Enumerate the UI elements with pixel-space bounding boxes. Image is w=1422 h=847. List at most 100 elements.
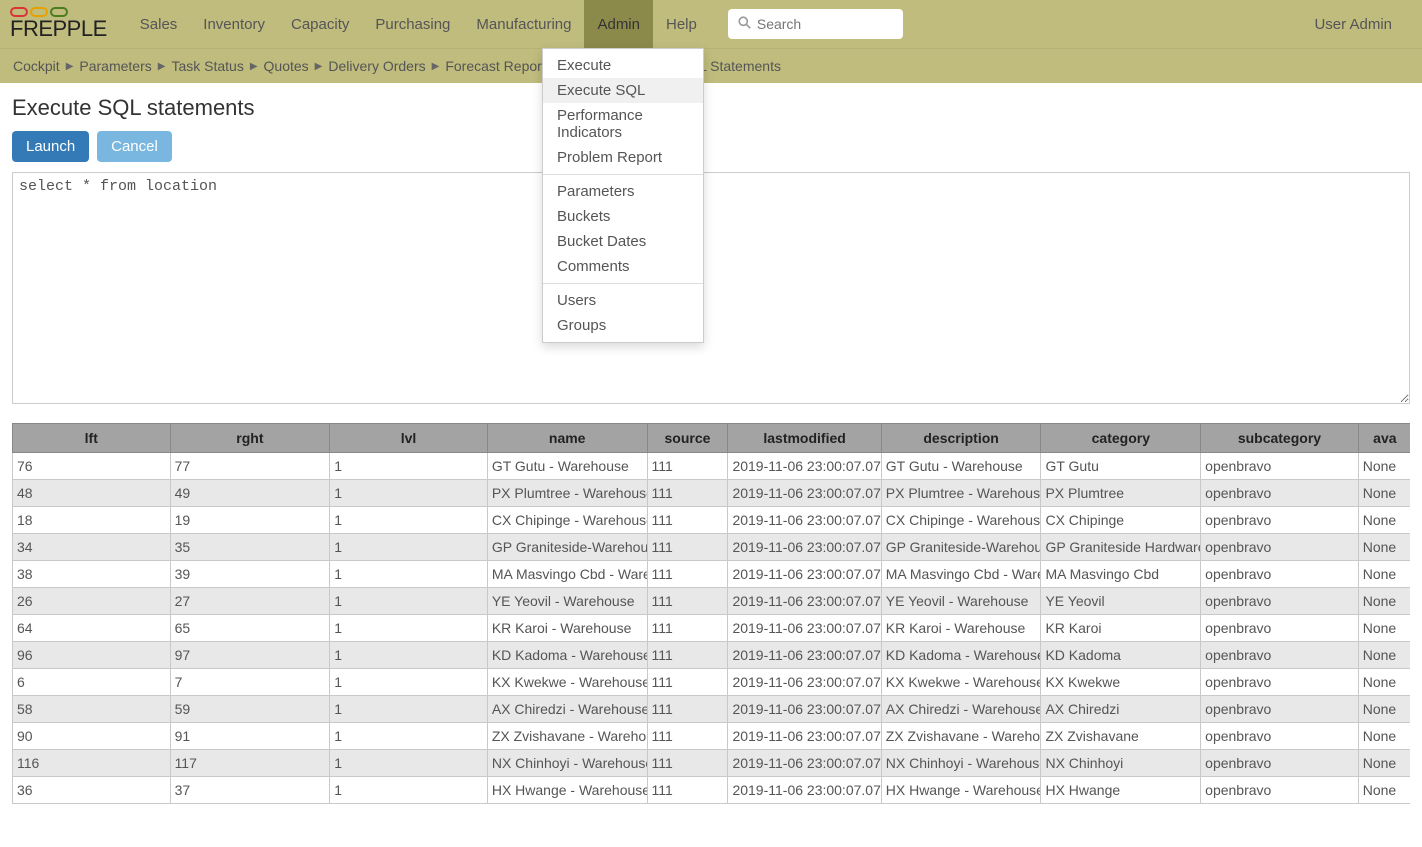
- cell-subcategory[interactable]: openbravo: [1201, 696, 1359, 723]
- cell-source[interactable]: 111: [647, 561, 728, 588]
- nav-item-sales[interactable]: Sales: [127, 0, 191, 48]
- user-menu[interactable]: User Admin: [1314, 16, 1392, 33]
- cell-name[interactable]: PX Plumtree - Warehouse: [487, 480, 647, 507]
- cell-category[interactable]: ZX Zvishavane: [1041, 723, 1201, 750]
- cell-lft[interactable]: 38: [13, 561, 171, 588]
- cell-lastmodified[interactable]: 2019-11-06 23:00:07.079: [728, 588, 881, 615]
- breadcrumb-item[interactable]: Forecast Report: [442, 58, 548, 74]
- column-header-lvl[interactable]: lvl: [330, 424, 488, 453]
- column-header-lft[interactable]: lft: [13, 424, 171, 453]
- cell-name[interactable]: HX Hwange - Warehouse: [487, 777, 647, 804]
- cell-rght[interactable]: 19: [170, 507, 330, 534]
- cell-source[interactable]: 111: [647, 615, 728, 642]
- cell-lastmodified[interactable]: 2019-11-06 23:00:07.079: [728, 561, 881, 588]
- cell-lvl[interactable]: 1: [330, 534, 488, 561]
- cell-category[interactable]: YE Yeovil: [1041, 588, 1201, 615]
- breadcrumb-item[interactable]: Task Status: [168, 58, 246, 74]
- column-header-name[interactable]: name: [487, 424, 647, 453]
- dropdown-item-execute-sql[interactable]: Execute SQL: [543, 78, 703, 103]
- cell-description[interactable]: YE Yeovil - Warehouse: [881, 588, 1041, 615]
- cell-lvl[interactable]: 1: [330, 777, 488, 804]
- cell-lastmodified[interactable]: 2019-11-06 23:00:07.079: [728, 507, 881, 534]
- cell-name[interactable]: GT Gutu - Warehouse: [487, 453, 647, 480]
- dropdown-item-comments[interactable]: Comments: [543, 254, 703, 279]
- cell-name[interactable]: GP Graniteside-Warehouse: [487, 534, 647, 561]
- cell-source[interactable]: 111: [647, 669, 728, 696]
- cell-rght[interactable]: 39: [170, 561, 330, 588]
- breadcrumb-item[interactable]: Cockpit: [10, 58, 63, 74]
- cell-lft[interactable]: 90: [13, 723, 171, 750]
- cell-category[interactable]: KX Kwekwe: [1041, 669, 1201, 696]
- logo[interactable]: FREPPLE: [10, 7, 107, 42]
- column-header-ava[interactable]: ava: [1358, 424, 1410, 453]
- breadcrumb-item[interactable]: Quotes: [261, 58, 312, 74]
- column-header-category[interactable]: category: [1041, 424, 1201, 453]
- cell-description[interactable]: ZX Zvishavane - Warehouse: [881, 723, 1041, 750]
- cell-lvl[interactable]: 1: [330, 453, 488, 480]
- table-row[interactable]: 76771GT Gutu - Warehouse1112019-11-06 23…: [13, 453, 1411, 480]
- nav-item-manufacturing[interactable]: Manufacturing: [463, 0, 584, 48]
- cell-lvl[interactable]: 1: [330, 723, 488, 750]
- cell-subcategory[interactable]: openbravo: [1201, 750, 1359, 777]
- cell-name[interactable]: YE Yeovil - Warehouse: [487, 588, 647, 615]
- cell-lft[interactable]: 34: [13, 534, 171, 561]
- cell-lastmodified[interactable]: 2019-11-06 23:00:07.079: [728, 615, 881, 642]
- cell-rght[interactable]: 7: [170, 669, 330, 696]
- cell-name[interactable]: KX Kwekwe - Warehouse: [487, 669, 647, 696]
- cell-lft[interactable]: 96: [13, 642, 171, 669]
- cell-lastmodified[interactable]: 2019-11-06 23:00:07.079: [728, 723, 881, 750]
- cell-subcategory[interactable]: openbravo: [1201, 561, 1359, 588]
- table-row[interactable]: 26271YE Yeovil - Warehouse1112019-11-06 …: [13, 588, 1411, 615]
- table-row[interactable]: 671KX Kwekwe - Warehouse1112019-11-06 23…: [13, 669, 1411, 696]
- cell-rght[interactable]: 37: [170, 777, 330, 804]
- cell-subcategory[interactable]: openbravo: [1201, 507, 1359, 534]
- cell-category[interactable]: KD Kadoma: [1041, 642, 1201, 669]
- cell-lvl[interactable]: 1: [330, 480, 488, 507]
- cell-description[interactable]: KR Karoi - Warehouse: [881, 615, 1041, 642]
- cell-description[interactable]: GP Graniteside-Warehouse: [881, 534, 1041, 561]
- cell-source[interactable]: 111: [647, 534, 728, 561]
- cell-rght[interactable]: 97: [170, 642, 330, 669]
- cell-rght[interactable]: 91: [170, 723, 330, 750]
- cell-lvl[interactable]: 1: [330, 507, 488, 534]
- cell-subcategory[interactable]: openbravo: [1201, 642, 1359, 669]
- cell-source[interactable]: 111: [647, 480, 728, 507]
- table-row[interactable]: 96971KD Kadoma - Warehouse1112019-11-06 …: [13, 642, 1411, 669]
- column-header-subcategory[interactable]: subcategory: [1201, 424, 1359, 453]
- cell-lastmodified[interactable]: 2019-11-06 23:00:07.079: [728, 669, 881, 696]
- cell-rght[interactable]: 27: [170, 588, 330, 615]
- cell-category[interactable]: PX Plumtree: [1041, 480, 1201, 507]
- cell-subcategory[interactable]: openbravo: [1201, 777, 1359, 804]
- cell-description[interactable]: GT Gutu - Warehouse: [881, 453, 1041, 480]
- cell-category[interactable]: GP Graniteside Hardware: [1041, 534, 1201, 561]
- cell-lft[interactable]: 64: [13, 615, 171, 642]
- cell-lvl[interactable]: 1: [330, 642, 488, 669]
- cell-description[interactable]: CX Chipinge - Warehouse: [881, 507, 1041, 534]
- cell-category[interactable]: GT Gutu: [1041, 453, 1201, 480]
- cell-name[interactable]: NX Chinhoyi - Warehouse: [487, 750, 647, 777]
- cell-subcategory[interactable]: openbravo: [1201, 669, 1359, 696]
- column-header-source[interactable]: source: [647, 424, 728, 453]
- table-row[interactable]: 34351GP Graniteside-Warehouse1112019-11-…: [13, 534, 1411, 561]
- nav-item-admin[interactable]: Admin: [584, 0, 653, 48]
- cell-lft[interactable]: 26: [13, 588, 171, 615]
- cell-rght[interactable]: 49: [170, 480, 330, 507]
- table-row[interactable]: 64651KR Karoi - Warehouse1112019-11-06 2…: [13, 615, 1411, 642]
- cell-description[interactable]: HX Hwange - Warehouse: [881, 777, 1041, 804]
- cell-name[interactable]: CX Chipinge - Warehouse: [487, 507, 647, 534]
- cell-lvl[interactable]: 1: [330, 750, 488, 777]
- cell-lvl[interactable]: 1: [330, 669, 488, 696]
- cell-lft[interactable]: 116: [13, 750, 171, 777]
- cell-description[interactable]: KX Kwekwe - Warehouse: [881, 669, 1041, 696]
- cell-description[interactable]: MA Masvingo Cbd - Warehouse: [881, 561, 1041, 588]
- cell-source[interactable]: 111: [647, 750, 728, 777]
- cell-category[interactable]: NX Chinhoyi: [1041, 750, 1201, 777]
- table-row[interactable]: 48491PX Plumtree - Warehouse1112019-11-0…: [13, 480, 1411, 507]
- table-row[interactable]: 58591AX Chiredzi - Warehouse1112019-11-0…: [13, 696, 1411, 723]
- nav-item-inventory[interactable]: Inventory: [190, 0, 278, 48]
- cell-lvl[interactable]: 1: [330, 615, 488, 642]
- breadcrumb-item[interactable]: Delivery Orders: [325, 58, 428, 74]
- cell-lvl[interactable]: 1: [330, 561, 488, 588]
- cell-source[interactable]: 111: [647, 588, 728, 615]
- cell-name[interactable]: KR Karoi - Warehouse: [487, 615, 647, 642]
